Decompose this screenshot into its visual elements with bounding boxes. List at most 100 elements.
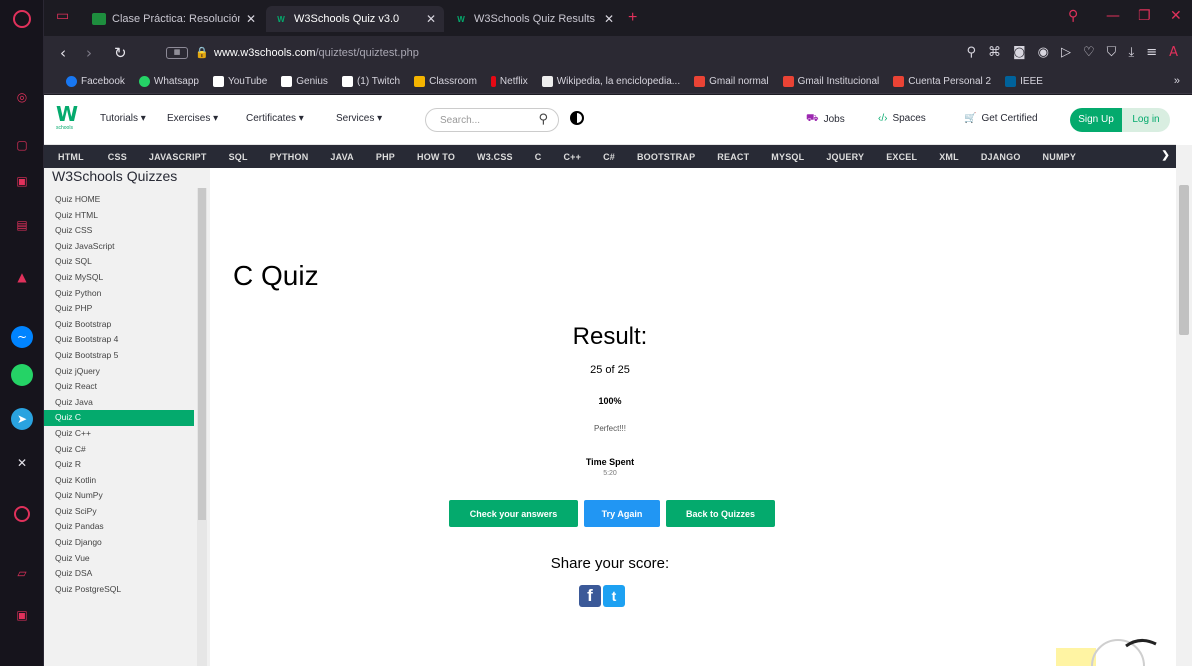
topic-react[interactable]: REACT [717,152,749,162]
page-scrollbar[interactable] [1176,145,1192,666]
minimize-icon[interactable]: — [1106,8,1120,24]
sidebar-item-quiz-sql[interactable]: Quiz SQL [44,254,194,270]
search-tabs-icon[interactable]: ⚲ [1068,8,1078,24]
services-menu[interactable]: Services ▾ [336,113,382,124]
messenger-icon[interactable]: ~ [11,326,33,348]
bookmark-netflix[interactable]: Netflix [490,76,528,87]
exercises-menu[interactable]: Exercises ▾ [167,113,218,124]
facebook-share-icon[interactable]: f [579,585,601,607]
sidebar-item-quiz-vue[interactable]: Quiz Vue [44,551,194,567]
telegram-icon[interactable]: ➤ [11,408,33,430]
close-icon[interactable]: ✕ [426,12,436,26]
sidebar-item-quiz-pandas[interactable]: Quiz Pandas [44,519,194,535]
spaces-link[interactable]: ‹/› Spaces [878,113,926,124]
new-tab-icon[interactable]: + [628,9,637,27]
sidebar-item-quiz-react[interactable]: Quiz React [44,379,194,395]
tab-classroom[interactable]: Clase Práctica: Resolución ✕ [84,6,264,32]
x-icon[interactable]: ✕ [11,452,33,474]
topic-mysql[interactable]: MYSQL [771,152,804,162]
bookmark-genius[interactable]: Genius [281,76,328,87]
close-icon[interactable]: ✕ [246,12,256,26]
topic-python[interactable]: PYTHON [270,152,309,162]
topic-css[interactable]: CSS [108,152,127,162]
sidebar-item-quiz-jquery[interactable]: Quiz jQuery [44,364,194,380]
maximize-icon[interactable]: ❐ [1138,8,1151,24]
shield-icon[interactable]: ⛉ [1107,45,1117,60]
topic-html[interactable]: HTML [58,152,84,162]
tab-w3schools-results[interactable]: W W3Schools Quiz Results ✕ [446,6,622,32]
sidebar-item-quiz-c[interactable]: Quiz C# [44,442,194,458]
bookmark-gmail-normal[interactable]: Gmail normal [694,76,769,87]
topic-java[interactable]: JAVA [330,152,353,162]
back-to-quizzes-button[interactable]: Back to Quizzes [666,500,775,527]
chevron-right-icon[interactable]: ❯ [1161,150,1170,161]
sidebar-item-quiz-java[interactable]: Quiz Java [44,395,194,411]
search-icon[interactable]: ⚲ [967,45,977,60]
sidebar-item-quiz-django[interactable]: Quiz Django [44,535,194,551]
bookmark-facebook[interactable]: Facebook [66,76,125,87]
url-field[interactable]: www.w3schools.com/quiztest/quiztest.php [214,47,419,59]
bookmark-ieee[interactable]: IEEE [1005,76,1043,87]
lock-icon[interactable]: 🔒 [195,46,209,59]
sidebar-item-quiz-kotlin[interactable]: Quiz Kotlin [44,473,194,489]
sidebar-item-quiz-bootstrap-4[interactable]: Quiz Bootstrap 4 [44,332,194,348]
sidebar-item-quiz-r[interactable]: Quiz R [44,457,194,473]
bookmark-twitch[interactable]: (1) Twitch [341,76,400,87]
tab-w3schools-quiz[interactable]: W W3Schools Quiz v3.0 ✕ [266,6,444,32]
topic-jquery[interactable]: JQUERY [826,152,864,162]
window-close-icon[interactable]: ✕ [1170,8,1182,24]
check-answers-button[interactable]: Check your answers [449,500,578,527]
sidebar-item-quiz-postgresql[interactable]: Quiz PostgreSQL [44,582,194,598]
search-input[interactable]: Search... ⚲ [425,108,559,132]
bookmark-wikipedia[interactable]: Wikipedia, la enciclopedia... [541,76,680,87]
sidebar-item-quiz-c[interactable]: Quiz C [44,410,194,426]
heart-icon[interactable]: ♡ [1083,45,1095,60]
search-icon[interactable]: ⚲ [538,112,548,127]
sidebar-item-quiz-numpy[interactable]: Quiz NumPy [44,488,194,504]
bookmark-gmail-institucional[interactable]: Gmail Institucional [782,76,879,87]
topic-php[interactable]: PHP [376,152,395,162]
bookmark-cuenta-personal[interactable]: Cuenta Personal 2 [893,76,991,87]
topic-django[interactable]: DJANGO [981,152,1021,162]
history-icon[interactable]: ▤ [11,214,33,236]
player-icon[interactable]: ▣ [11,604,33,626]
topic-w3css[interactable]: W3.CSS [477,152,513,162]
sidebar-item-quiz-scipy[interactable]: Quiz SciPy [44,504,194,520]
topic-bootstrap[interactable]: BOOTSTRAP [637,152,695,162]
w3schools-logo[interactable]: W schools [56,103,82,135]
topic-how-to[interactable]: HOW TO [417,152,455,162]
close-icon[interactable]: ✕ [604,12,614,26]
easy-setup-icon[interactable]: ≡ [1146,45,1157,60]
back-icon[interactable]: ‹ [60,44,66,62]
speed-dial-icon[interactable]: ◎ [11,86,33,108]
sidebar-item-quiz-home[interactable]: Quiz HOME [44,192,194,208]
log-in-button[interactable]: Log in [1122,108,1170,132]
topic-c[interactable]: C [535,152,542,162]
opera-logo-icon[interactable] [13,10,31,28]
get-certified-link[interactable]: 🛒 Get Certified [964,113,1038,124]
twitter-share-icon[interactable]: t [603,585,625,607]
sidebar-item-quiz-mysql[interactable]: Quiz MySQL [44,270,194,286]
sidebar-scrollbar[interactable] [197,188,207,666]
sidebar-item-quiz-css[interactable]: Quiz CSS [44,223,194,239]
tab-menu-icon[interactable]: ▭ [56,8,69,24]
account-icon[interactable]: A [1169,45,1178,60]
sidebar-item-quiz-javascript[interactable]: Quiz JavaScript [44,239,194,255]
tutorials-menu[interactable]: Tutorials ▾ [100,113,146,124]
sign-up-button[interactable]: Sign Up [1070,108,1122,132]
topic-sql[interactable]: SQL [229,152,248,162]
scrollbar-thumb[interactable] [1179,185,1189,335]
aria-icon[interactable]: ▲ [11,266,33,288]
download-icon[interactable]: ⤓ [1128,45,1134,60]
reload-icon[interactable]: ↻ [114,44,127,62]
jobs-link[interactable]: ⛟ Jobs [806,113,845,126]
whatsapp-icon[interactable] [11,364,33,386]
sidebar-item-quiz-bootstrap[interactable]: Quiz Bootstrap [44,317,194,333]
bag-icon[interactable]: ▢ [11,134,33,156]
dark-mode-toggle-icon[interactable] [570,111,584,125]
sidebar-scrollbar-thumb[interactable] [198,188,206,520]
forward-icon[interactable]: › [86,44,92,62]
topic-xml[interactable]: XML [939,152,959,162]
translate-icon[interactable]: ⌘ [988,45,1001,60]
certificates-menu[interactable]: Certificates ▾ [246,113,304,124]
